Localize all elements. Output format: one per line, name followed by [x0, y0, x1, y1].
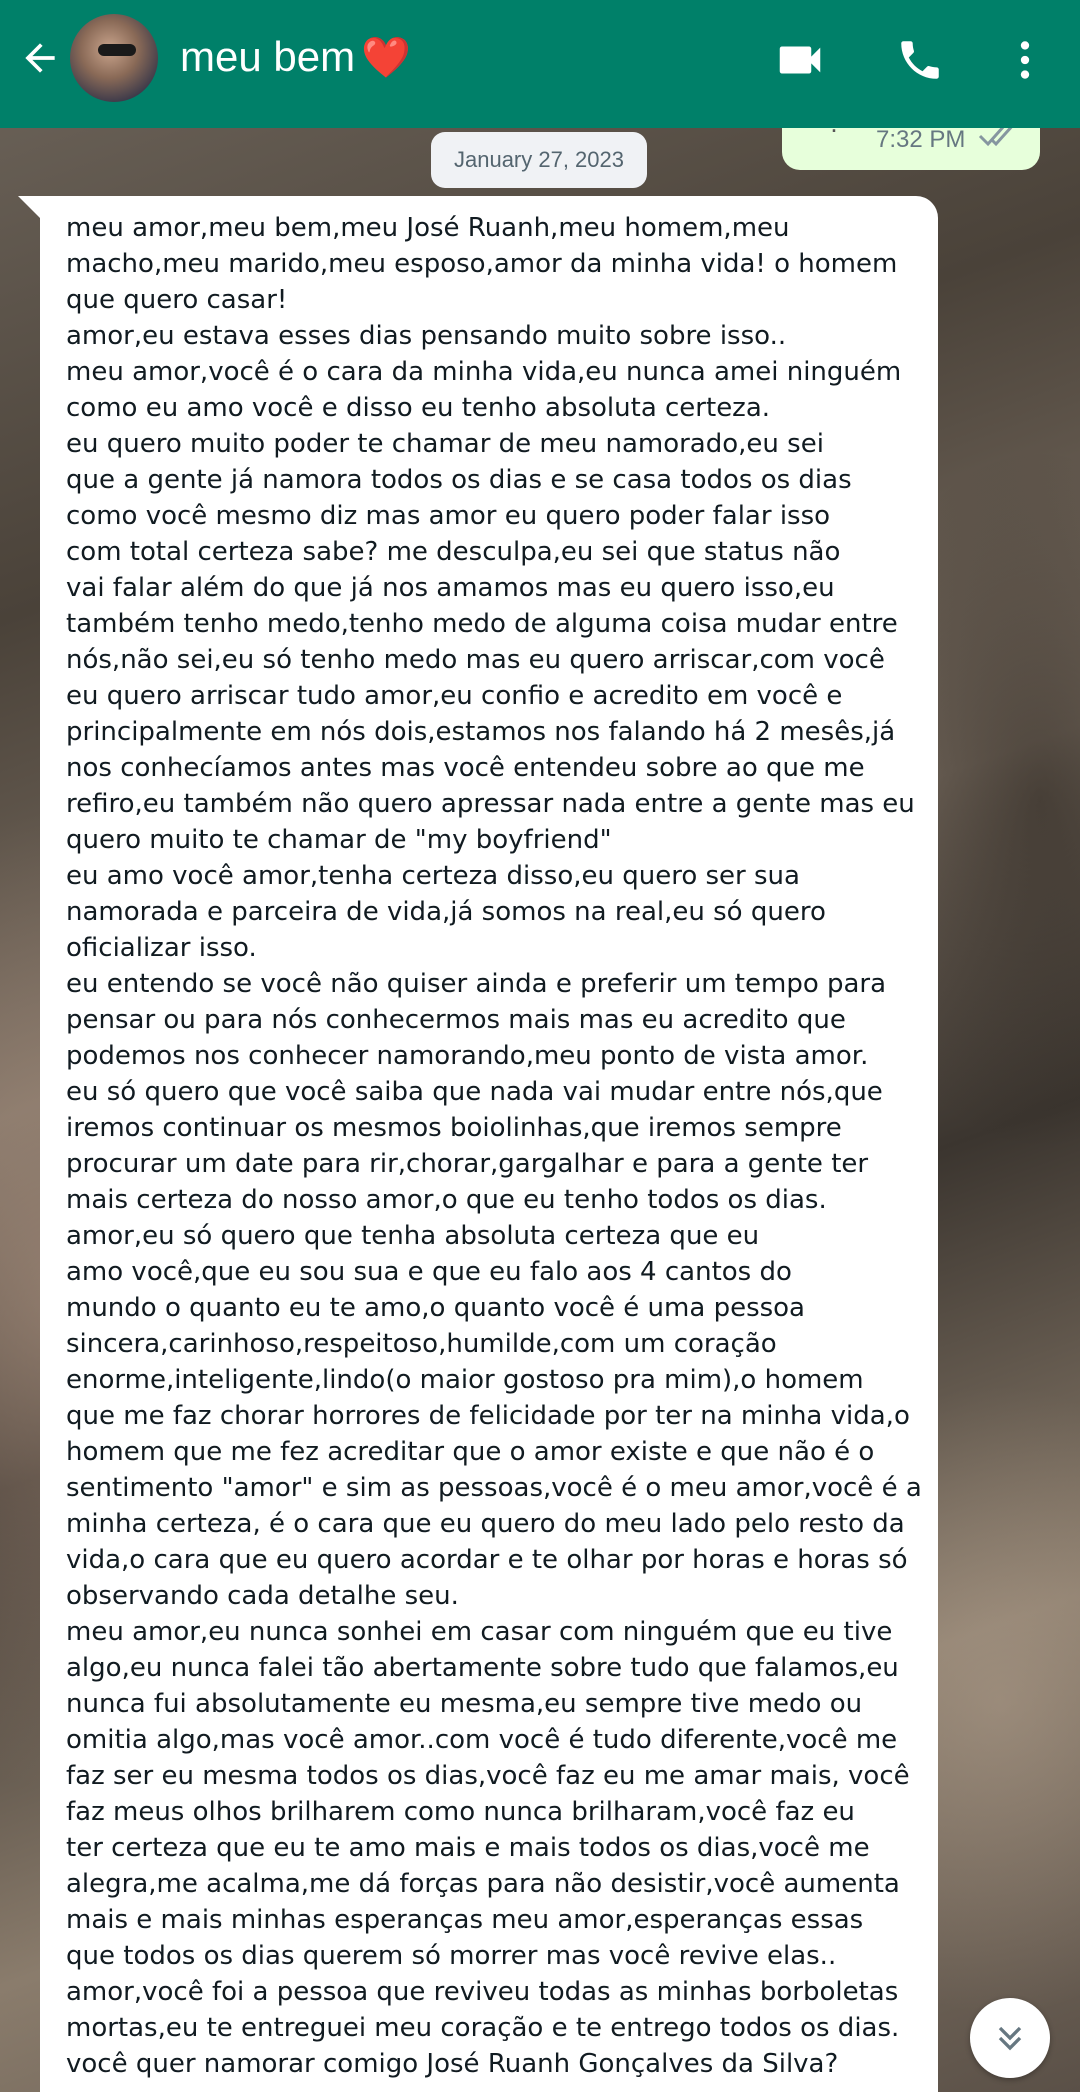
- message-text-line: mais certeza do nosso amor,o que eu tenh…: [66, 1185, 827, 1215]
- double-chevron-down-icon: [998, 2026, 1022, 2051]
- scroll-to-bottom-button[interactable]: [970, 1998, 1050, 2078]
- chat-header: meu bem ❤️: [0, 0, 1080, 128]
- message-text-line: eu só quero que você saiba que nada vai …: [66, 1077, 883, 1107]
- message-text-line: vida,o cara que eu quero acordar e te ol…: [66, 1545, 908, 1575]
- message-text-line: mais e mais minhas esperanças meu amor,e…: [66, 1905, 864, 1935]
- message-text-line: procurar um date para rir,chorar,gargalh…: [66, 1149, 869, 1179]
- message-text-line: que todos os dias querem só morrer mas v…: [66, 1941, 837, 1971]
- message-text-line: faz meus olhos brilharem como nunca bril…: [66, 1797, 855, 1827]
- message-text-line: que me faz chorar horrores de felicidade…: [66, 1401, 910, 1431]
- contact-avatar[interactable]: [70, 14, 158, 102]
- message-text-line: amor,eu estava esses dias pensando muito…: [66, 321, 787, 351]
- message-text-line: podemos nos conhecer namorando,meu ponto…: [66, 1041, 869, 1071]
- avatar-glasses: [98, 44, 136, 56]
- message-bubble-tail: [18, 196, 40, 218]
- message-text-line: observando cada detalhe seu.: [66, 1581, 459, 1611]
- message-text-line: minha certeza, é o cara que eu quero do …: [66, 1509, 905, 1539]
- message-text-line: amor,você foi a pessoa que reviveu todas…: [66, 1977, 899, 2007]
- message-text-line: homem que me fez acreditar que o amor ex…: [66, 1437, 875, 1467]
- message-text-line: mortas,eu te entreguei meu coração e te …: [66, 2013, 900, 2043]
- message-text-line: namorada e parceira de vida,já somos na …: [66, 897, 826, 927]
- message-text-line: iremos continuar os mesmos boiolinhas,qu…: [66, 1113, 842, 1143]
- chat-screen: meu bem❤️ ~ . ~ 7:32 PM Jan: [0, 0, 1080, 2092]
- message-text-line: enorme,inteligente,lindo(o maior gostoso…: [66, 1365, 864, 1395]
- phone-icon: [901, 41, 939, 79]
- message-text-line: eu quero muito poder te chamar de meu na…: [66, 429, 824, 459]
- message-text-line: sincera,carinhoso,respeitoso,humilde,com…: [66, 1329, 777, 1359]
- message-text-line: quero muito te chamar de "my boyfriend": [66, 825, 612, 855]
- message-text-line: amor,eu só quero que tenha absoluta cert…: [66, 1221, 760, 1251]
- message-text-line: omitia algo,mas você amor..com você é tu…: [66, 1725, 898, 1755]
- message-text-line: nós,não sei,eu só tenho medo mas eu quer…: [66, 645, 885, 675]
- message-text-line: mundo o quanto eu te amo,o quanto você é…: [66, 1293, 805, 1323]
- message-text-line: eu quero arriscar tudo amor,eu confio e …: [66, 681, 843, 711]
- message-bubble[interactable]: meu amor,meu bem,meu José Ruanh,meu home…: [40, 196, 938, 2092]
- message-text-line: algo,eu nunca falei tão abertamente sobr…: [66, 1653, 899, 1683]
- message-text-line: meu amor,eu nunca sonhei em casar com ni…: [66, 1617, 893, 1647]
- video-call-button[interactable]: [770, 30, 830, 90]
- contact-name[interactable]: meu bem ❤️: [180, 28, 411, 87]
- message-text-line: que a gente já namora todos os dias e se…: [66, 465, 852, 495]
- message-text-line: amo você,que eu sou sua e que eu falo ao…: [66, 1257, 792, 1287]
- more-options-button[interactable]: [995, 30, 1055, 90]
- message-text-line: sentimento "amor" e sim as pessoas,você …: [66, 1473, 922, 1503]
- message-text-line: meu amor,você é o cara da minha vida,eu …: [66, 357, 902, 387]
- message-text-line: nunca fui absolutamente eu mesma,eu semp…: [66, 1689, 863, 1719]
- message-text-line: com total certeza sabe? me desculpa,eu s…: [66, 537, 841, 567]
- message-text-line: que quero casar!: [66, 285, 288, 315]
- message-text-line: nos conhecíamos antes mas você entendeu …: [66, 753, 865, 783]
- more-vert-icon: [1020, 41, 1030, 79]
- video-camera-icon: [779, 46, 821, 74]
- message-text-line: alegra,me acalma,me dá forças para não d…: [66, 1869, 900, 1899]
- message-text-line: faz ser eu mesma todos os dias,você faz …: [66, 1761, 910, 1791]
- message-text-line: ter certeza que eu te amo mais e mais to…: [66, 1833, 870, 1863]
- message-text-line: vai falar além do que já nos amamos mas …: [66, 573, 835, 603]
- message-text-line: eu amo você amor,tenha certeza disso,eu …: [66, 861, 800, 891]
- message-text-line: refiro,eu também não quero apressar nada…: [66, 789, 915, 819]
- message-text-line: como eu amo você e disso eu tenho absolu…: [66, 393, 771, 423]
- message-time: 7:32 PM: [876, 126, 966, 153]
- message-text-line: eu entendo se você não quiser ainda e pr…: [66, 969, 887, 999]
- back-button[interactable]: [16, 34, 64, 82]
- voice-call-button[interactable]: [890, 30, 950, 90]
- message-text-line: como você mesmo diz mas amor eu quero po…: [66, 501, 831, 531]
- message-text-line: também tenho medo,tenho medo de alguma c…: [66, 609, 898, 639]
- contact-name-text: meu bem: [180, 33, 356, 80]
- message-text-line: pensar ou para nós conhecermos mais mas …: [66, 1005, 846, 1035]
- message-text-line: meu amor,meu bem,meu José Ruanh,meu home…: [66, 213, 790, 243]
- message-text-line: oficializar isso.: [66, 933, 257, 963]
- heart-icon: ❤️: [361, 36, 411, 80]
- message-text-line: macho,meu marido,meu esposo,amor da minh…: [66, 249, 898, 279]
- date-separator: January 27, 2023: [431, 132, 647, 188]
- message-text-line: você quer namorar comigo José Ruanh Gonç…: [66, 2049, 839, 2079]
- arrow-left-icon: [25, 43, 55, 73]
- message-text-line: principalmente em nós dois,estamos nos f…: [66, 717, 896, 747]
